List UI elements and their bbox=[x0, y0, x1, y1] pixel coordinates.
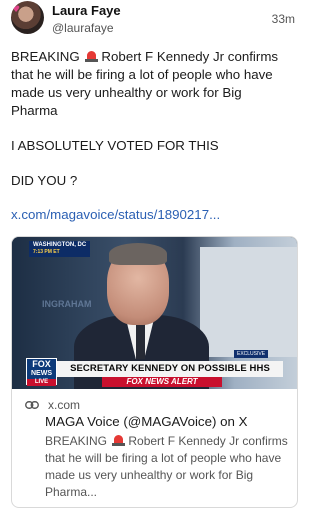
logo-line-1: FOX bbox=[32, 359, 51, 369]
person-hair bbox=[109, 243, 167, 265]
breaking-label: BREAKING bbox=[11, 49, 80, 64]
police-light-icon bbox=[112, 435, 126, 446]
card-desc-line-1-rest: Robert F Kennedy Jr confirms bbox=[128, 434, 288, 448]
link-icon bbox=[25, 401, 39, 409]
post-line-5: I ABSOLUTELY VOTED FOR THIS bbox=[11, 138, 219, 153]
author-handle[interactable]: @laurafaye bbox=[52, 21, 114, 35]
card-description: BREAKING Robert F Kennedy Jr confirms th… bbox=[45, 433, 290, 501]
card-domain-row: x.com bbox=[25, 398, 80, 412]
post-body: BREAKING Robert F Kennedy Jr confirms th… bbox=[11, 48, 301, 190]
police-light-icon bbox=[85, 51, 99, 62]
author-name[interactable]: Laura Faye bbox=[52, 3, 121, 18]
card-domain: x.com bbox=[48, 398, 81, 412]
location-time: 7:13 PM ET bbox=[33, 249, 60, 255]
post-line-4: Pharma bbox=[11, 103, 58, 118]
chyron-headline: SECRETARY KENNEDY ON POSSIBLE HHS CUTS bbox=[57, 361, 283, 389]
card-desc-line-1: BREAKING Robert F Kennedy Jr confirms bbox=[45, 433, 290, 450]
card-desc-line-3: made us very unhealthy or work for Big bbox=[45, 468, 254, 482]
fox-news-logo: FOX NEWS LIVE bbox=[26, 358, 57, 386]
location-tag: WASHINGTON, DC 7:13 PM ET bbox=[29, 241, 91, 257]
post: ♥ Laura Faye @laurafaye 33m BREAKING Rob… bbox=[0, 0, 309, 508]
post-line-3: made us very unhealthy or work for Big bbox=[11, 85, 242, 100]
logo-line-3: LIVE bbox=[27, 379, 56, 386]
post-time[interactable]: 33m bbox=[272, 12, 295, 26]
post-line-6: DID YOU ? bbox=[11, 173, 78, 188]
post-link[interactable]: x.com/magavoice/status/1890217... bbox=[11, 207, 220, 222]
card-title[interactable]: MAGA Voice (@MAGAVoice) on X bbox=[45, 414, 247, 429]
exclusive-tag: EXCLUSIVE bbox=[234, 350, 269, 358]
card-breaking-label: BREAKING bbox=[45, 434, 108, 448]
background-window bbox=[200, 247, 297, 357]
link-preview-card[interactable]: INGRAHAM WASHINGTON, DC 7:13 PM ET EXCLU… bbox=[11, 236, 298, 508]
heart-icon: ♥ bbox=[12, 5, 21, 15]
location-text: WASHINGTON, DC bbox=[33, 242, 87, 248]
card-thumbnail[interactable]: INGRAHAM WASHINGTON, DC 7:13 PM ET EXCLU… bbox=[12, 237, 297, 389]
person-tie bbox=[136, 323, 145, 359]
show-name: INGRAHAM bbox=[42, 299, 92, 309]
post-line-1-rest: Robert F Kennedy Jr confirms bbox=[101, 49, 279, 64]
author-avatar[interactable]: ♥ bbox=[11, 1, 44, 34]
post-line-2: that he will be firing a lot of people w… bbox=[11, 67, 273, 82]
card-desc-line-2: that he will be firing a lot of people w… bbox=[45, 451, 282, 465]
logo-line-2: NEWS bbox=[31, 370, 52, 377]
news-alert-label: FOX NEWS ALERT bbox=[102, 377, 222, 387]
card-desc-line-4: Pharma... bbox=[45, 485, 98, 499]
post-line-1: BREAKING Robert F Kennedy Jr confirms bbox=[11, 48, 301, 66]
